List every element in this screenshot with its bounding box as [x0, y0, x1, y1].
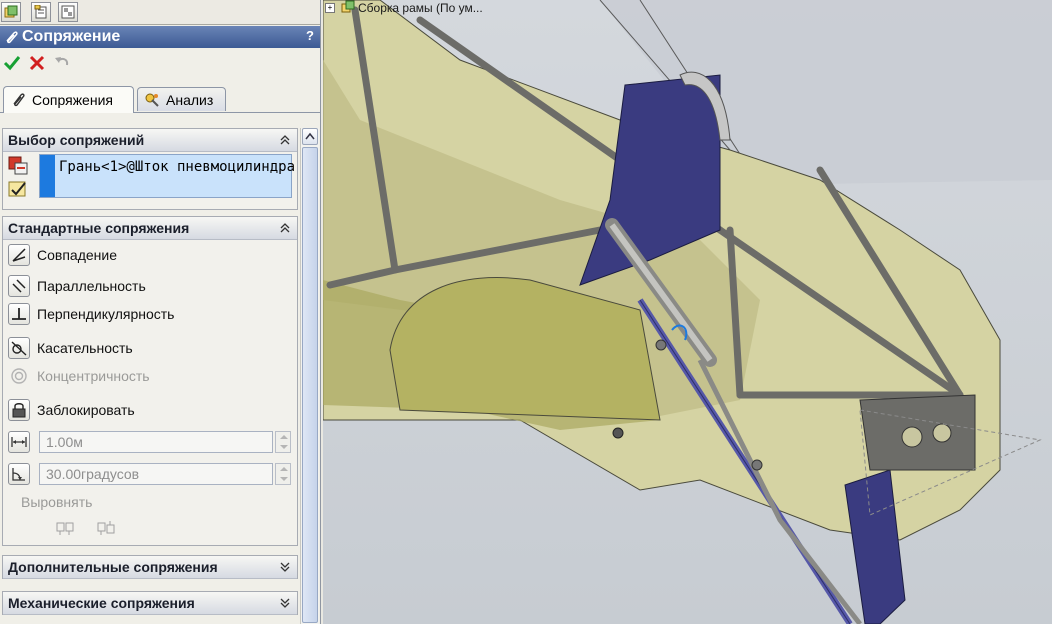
property-manager-tab[interactable]: [31, 2, 51, 22]
bolt: [612, 427, 624, 439]
mate-lock[interactable]: Заблокировать: [8, 399, 288, 421]
chevron-down-icon: [280, 562, 290, 572]
coincident-label: Совпадение: [37, 247, 117, 263]
ok-icon[interactable]: [3, 54, 21, 72]
standard-mates-header[interactable]: Стандартные сопряжения: [3, 217, 297, 240]
concentric-label: Концентричность: [37, 368, 150, 384]
advanced-mates-group: Дополнительные сопряжения: [2, 555, 298, 579]
property-manager-panel: Сопряжение ? Сопряжения Анализ Выбор соп…: [0, 0, 321, 624]
perpendicular-label: Перпендикулярность: [37, 306, 175, 322]
scroll-up-button[interactable]: [302, 128, 318, 145]
undo-icon[interactable]: [53, 54, 71, 72]
assembly-icon: [341, 0, 355, 13]
perpendicular-button[interactable]: [8, 303, 30, 325]
feature-tree-icon: [4, 5, 18, 18]
paperclip-icon: [6, 31, 18, 44]
assembly-3d-model[interactable]: [323, 0, 1052, 624]
tab-analysis-label: Анализ: [166, 92, 214, 108]
help-button[interactable]: ?: [306, 28, 314, 43]
assembly-tree-label[interactable]: Сборка рамы (По ум...: [358, 1, 483, 15]
property-scroll-area: Выбор сопряжений Грань<1>@Шток пневмоцил…: [0, 128, 300, 624]
paperclip-icon: [13, 93, 25, 107]
chevron-down-icon: [280, 598, 290, 608]
mate-selection-title: Выбор сопряжений: [8, 132, 145, 148]
lock-button[interactable]: [8, 399, 30, 421]
selection-list-box[interactable]: Грань<1>@Шток пневмоцилиндра: [39, 154, 295, 198]
tangent-icon: [11, 341, 27, 356]
angle-input[interactable]: 30.00градусов: [39, 463, 273, 485]
analysis-icon: [145, 93, 159, 107]
parallel-icon: [12, 279, 26, 293]
standard-mates-group: Стандартные сопряжения Совпадение Паралл…: [2, 216, 298, 546]
lock-icon: [12, 403, 26, 418]
coincident-button[interactable]: [8, 244, 30, 266]
chevron-up-icon: [280, 223, 290, 233]
tree-expand-button[interactable]: +: [325, 3, 335, 13]
chevron-up-icon: [280, 135, 290, 145]
mechanical-mates-group: Механические сопряжения: [2, 591, 298, 615]
property-manager-icon: [34, 5, 47, 19]
feature-tree-tab[interactable]: [1, 2, 21, 22]
cancel-icon[interactable]: [28, 54, 46, 72]
property-scrollbar[interactable]: [300, 128, 319, 624]
parallel-button[interactable]: [8, 275, 30, 297]
mate-perpendicular[interactable]: Перпендикулярность: [8, 303, 288, 325]
mount-hole-1: [901, 426, 923, 448]
angle-spinner[interactable]: [275, 463, 291, 485]
mate-tangent[interactable]: Касательность: [8, 337, 288, 359]
angle-button[interactable]: [8, 463, 30, 485]
mate-coincident[interactable]: Совпадение: [8, 244, 288, 266]
chevron-up-icon: [305, 132, 315, 140]
advanced-mates-title: Дополнительные сопряжения: [8, 559, 218, 575]
featuremanager-tab-bar: [0, 0, 320, 25]
mate-selection-icon: [8, 156, 28, 175]
mate-parallel[interactable]: Параллельность: [8, 275, 288, 297]
angle-icon: [12, 468, 25, 481]
property-tabs: Сопряжения Анализ: [0, 85, 320, 113]
tab-mates[interactable]: Сопряжения: [3, 86, 134, 113]
mate-selection-header[interactable]: Выбор сопряжений: [3, 129, 297, 152]
selection-highlight-bar: [40, 155, 55, 197]
perpendicular-icon: [12, 308, 26, 320]
entities-to-mate-icon: [8, 181, 26, 197]
distance-input[interactable]: 1.00м: [39, 431, 273, 453]
property-manager-title-bar: Сопряжение ?: [0, 26, 320, 48]
tab-mates-label: Сопряжения: [32, 92, 113, 108]
concentric-button: [8, 365, 30, 387]
property-manager-title: Сопряжение: [22, 28, 121, 45]
parallel-label: Параллельность: [37, 278, 146, 294]
configuration-manager-icon: [61, 5, 75, 19]
align-label: Выровнять: [21, 494, 93, 510]
mechanical-mates-header[interactable]: Механические сопряжения: [3, 592, 297, 615]
distance-button[interactable]: [8, 431, 30, 453]
selection-item[interactable]: Грань<1>@Шток пневмоцилиндра: [59, 159, 295, 175]
distance-icon: [11, 437, 27, 447]
configuration-manager-tab[interactable]: [58, 2, 78, 22]
anti-aligned-icon[interactable]: [96, 520, 118, 536]
mechanical-mates-title: Механические сопряжения: [8, 595, 195, 611]
distance-spinner[interactable]: [275, 431, 291, 453]
graphics-viewport[interactable]: [323, 0, 1052, 624]
mate-concentric: Концентричность: [8, 365, 288, 387]
scroll-thumb[interactable]: [302, 147, 318, 623]
action-bar: [0, 52, 320, 74]
tangent-label: Касательность: [37, 340, 133, 356]
aligned-icon[interactable]: [55, 520, 77, 536]
mount-hole-2: [932, 423, 952, 443]
standard-mates-title: Стандартные сопряжения: [8, 220, 190, 236]
lock-label: Заблокировать: [37, 402, 135, 418]
concentric-icon: [11, 368, 27, 384]
coincident-icon: [12, 248, 26, 262]
tangent-button[interactable]: [8, 337, 30, 359]
tab-analysis[interactable]: Анализ: [137, 87, 226, 111]
mate-selection-group: Выбор сопряжений Грань<1>@Шток пневмоцил…: [2, 128, 298, 210]
advanced-mates-header[interactable]: Дополнительные сопряжения: [3, 556, 297, 579]
